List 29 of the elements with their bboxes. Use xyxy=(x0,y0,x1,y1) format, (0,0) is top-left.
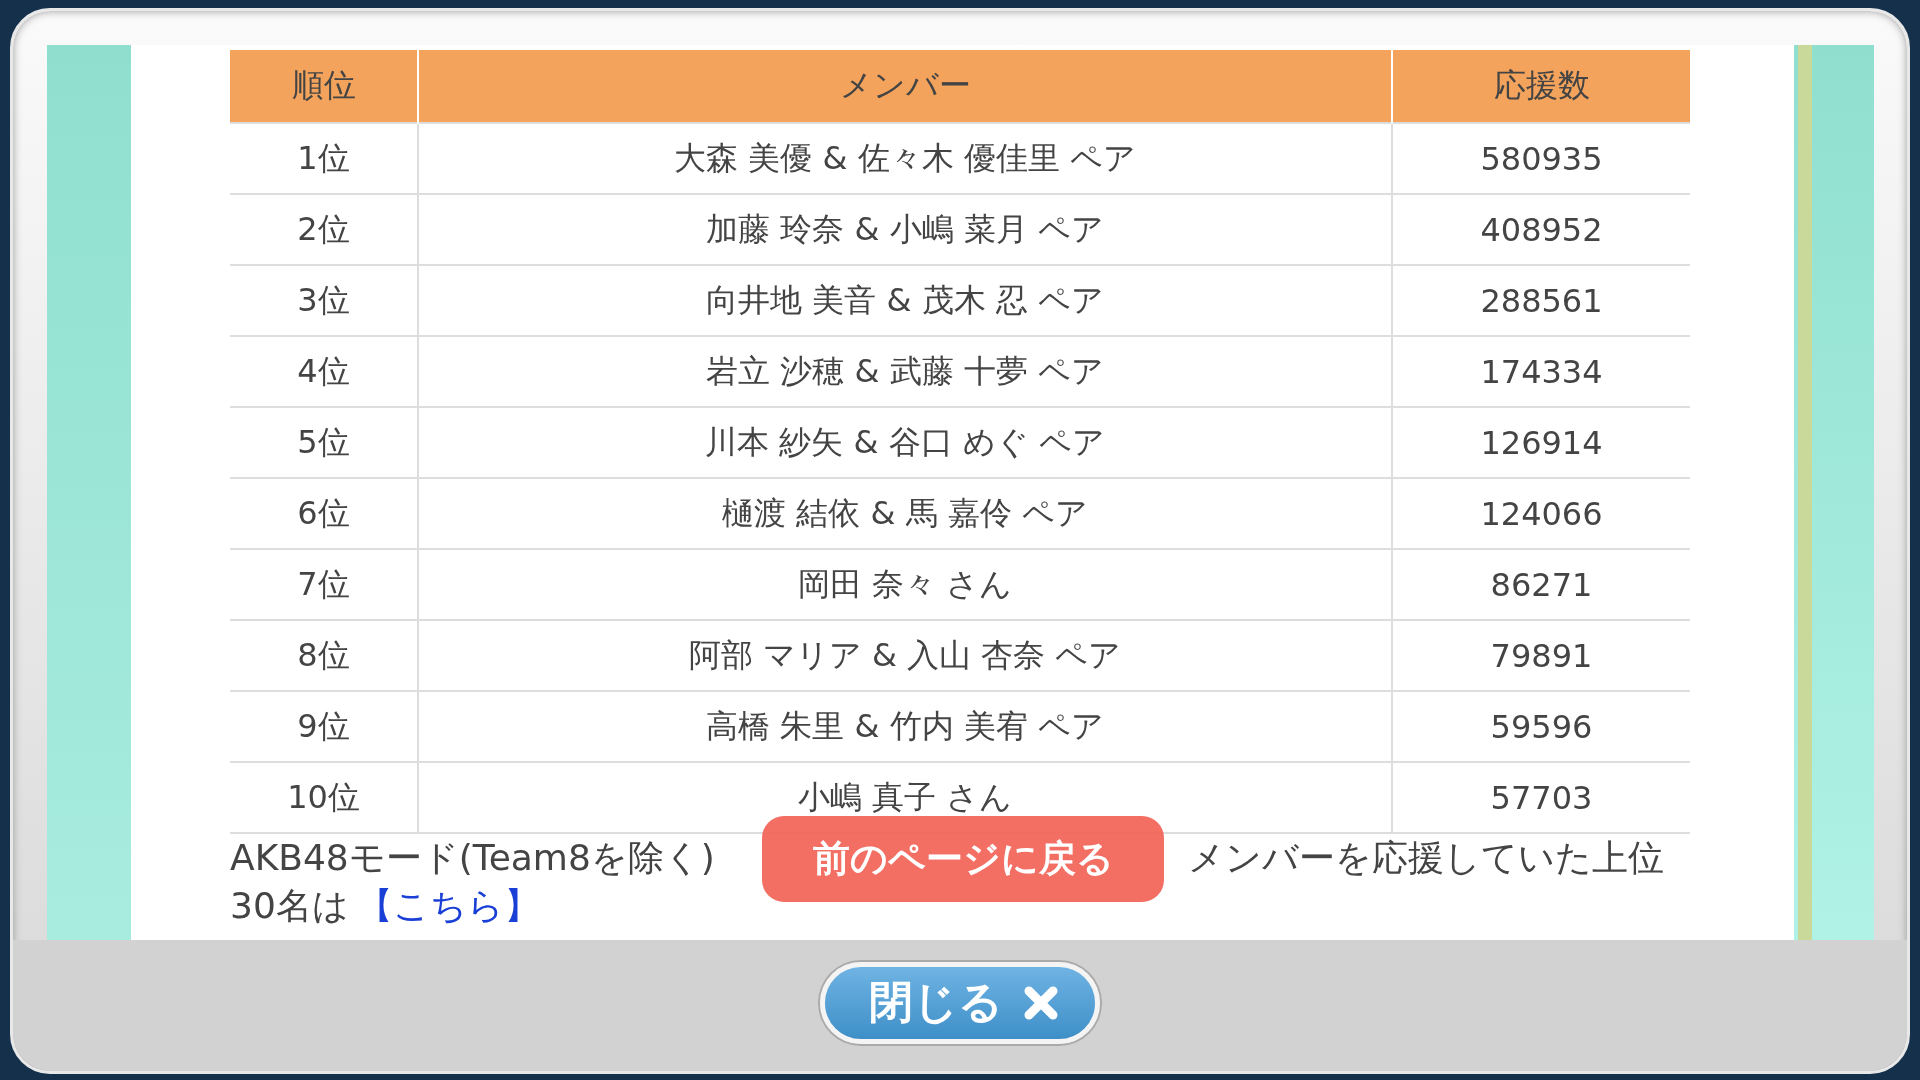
rank-cell: 7位 xyxy=(230,549,418,620)
rank-cell: 2位 xyxy=(230,194,418,265)
member-cell: 阿部 マリア & 入山 杏奈 ペア xyxy=(418,620,1392,691)
member-cell: 川本 紗矢 & 谷口 めぐ ペア xyxy=(418,407,1392,478)
member-cell: 加藤 玲奈 & 小嶋 菜月 ペア xyxy=(418,194,1392,265)
member-cell: 樋渡 結依 & 馬 嘉伶 ペア xyxy=(418,478,1392,549)
member-cell: 向井地 美音 & 茂木 忍 ペア xyxy=(418,265,1392,336)
member-cell: 大森 美優 & 佐々木 優佳里 ペア xyxy=(418,123,1392,194)
close-button[interactable]: 閉じる xyxy=(820,961,1100,1044)
rank-cell: 1位 xyxy=(230,123,418,194)
rank-cell: 5位 xyxy=(230,407,418,478)
back-button[interactable]: 前のページに戻る xyxy=(762,816,1164,902)
member-cell: 岩立 沙穂 & 武藤 十夢 ペア xyxy=(418,336,1392,407)
column-header: 順位 xyxy=(230,50,418,123)
rank-cell: 3位 xyxy=(230,265,418,336)
votes-cell: 580935 xyxy=(1392,123,1690,194)
rank-cell: 9位 xyxy=(230,691,418,762)
rank-cell: 6位 xyxy=(230,478,418,549)
here-link[interactable]: 【こちら】 xyxy=(356,885,540,926)
column-header: 応援数 xyxy=(1392,50,1690,123)
note-text: メンバーを応援していた上位 xyxy=(1188,836,1664,880)
rank-cell: 8位 xyxy=(230,620,418,691)
rank-cell: 4位 xyxy=(230,336,418,407)
column-header: メンバー xyxy=(418,50,1392,123)
note-text: 30名は xyxy=(230,885,349,926)
rank-cell: 10位 xyxy=(230,762,418,833)
member-cell: 岡田 奈々 さん xyxy=(418,549,1392,620)
note-text: AKB48モード(Team8を除く) xyxy=(230,836,715,880)
member-cell: 高橋 朱里 & 竹内 美宥 ペア xyxy=(418,691,1392,762)
